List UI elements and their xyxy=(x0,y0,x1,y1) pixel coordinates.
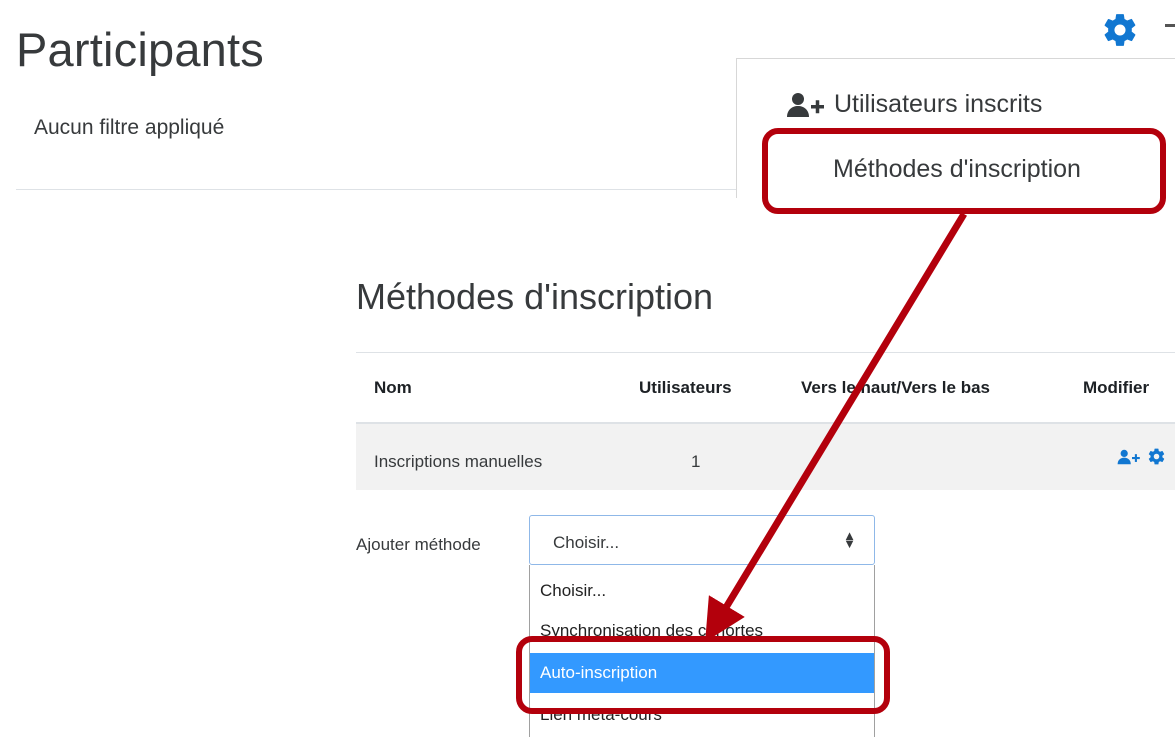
filter-status: Aucun filtre appliqué xyxy=(34,116,225,139)
gear-icon[interactable] xyxy=(1147,447,1166,466)
menu-item-enrolled-users[interactable]: Utilisateurs inscrits xyxy=(786,90,1042,119)
add-method-label: Ajouter méthode xyxy=(356,535,481,554)
page-title: Participants xyxy=(16,23,264,76)
row-actions xyxy=(1117,447,1166,466)
row-name: Inscriptions manuelles xyxy=(374,452,543,471)
column-header-users: Utilisateurs xyxy=(639,378,732,397)
gear-icon[interactable] xyxy=(1101,11,1139,49)
enrol-users-icon[interactable] xyxy=(1117,448,1141,466)
column-header-name: Nom xyxy=(374,378,412,397)
annotation-highlight-menu xyxy=(762,128,1166,214)
caret-down-icon[interactable] xyxy=(1165,24,1175,27)
menu-item-label: Utilisateurs inscrits xyxy=(834,90,1043,118)
add-method-select[interactable]: Choisir... ▲ ▼ xyxy=(529,515,875,565)
column-header-edit: Modifier xyxy=(1083,378,1150,397)
annotation-highlight-option xyxy=(516,636,890,714)
user-plus-icon xyxy=(786,92,826,118)
table-border xyxy=(356,352,1175,353)
section-title: Méthodes d'inscription xyxy=(356,276,714,317)
option-choose[interactable]: Choisir... xyxy=(530,571,874,611)
divider xyxy=(16,189,736,190)
column-header-move: Vers le haut/Vers le bas xyxy=(801,378,991,397)
select-value: Choisir... xyxy=(553,533,620,552)
row-users: 1 xyxy=(691,452,701,471)
sort-arrows-icon: ▲ ▼ xyxy=(843,528,856,551)
